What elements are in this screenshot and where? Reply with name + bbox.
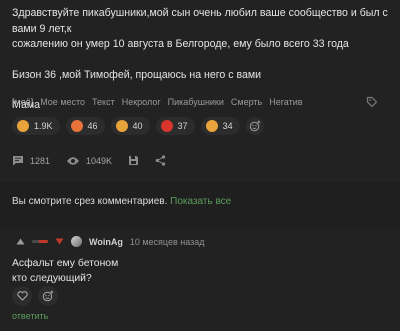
show-all-link[interactable]: Показать все [170, 196, 231, 207]
reaction-angry[interactable]: 37 [155, 117, 195, 135]
tag-nekrolog[interactable]: Некролог [122, 97, 161, 107]
reaction-count: 1.9K [34, 121, 53, 131]
post-text-line: Здравствуйте пикабушники,мой сын очень л… [12, 7, 388, 35]
heart-icon [16, 291, 28, 301]
angry-face-icon [160, 120, 173, 132]
comments-slice-notice: Вы смотрите срез комментариев. Показать … [12, 196, 231, 207]
comments-count-label: 1281 [30, 155, 51, 166]
views-count: 1049K [66, 156, 112, 166]
post-tags: [моё] Мое место Текст Некролог Пикабушни… [12, 97, 303, 107]
add-emoji-icon [42, 290, 54, 302]
comment-text: Асфальт ему бетоном кто следующий? [12, 256, 118, 286]
reaction-count: 34 [222, 121, 233, 131]
reaction-sad[interactable]: 46 [65, 117, 105, 135]
post-stats: 1281 1049K [12, 155, 182, 166]
tag-text[interactable]: Текст [92, 97, 115, 107]
save-button[interactable] [128, 155, 139, 166]
comment-icon [13, 156, 23, 166]
rating-bar [32, 240, 48, 243]
add-emoji-icon [249, 120, 260, 132]
reaction-hug[interactable]: 40 [110, 117, 150, 135]
share-button[interactable] [155, 155, 166, 166]
comment-card: WoinAg 10 месяцев назад Асфальт ему бето… [0, 228, 400, 331]
downvote-icon[interactable] [55, 238, 64, 245]
upvote-icon[interactable] [16, 238, 25, 245]
tag-moe[interactable]: [моё] [12, 97, 33, 107]
comment-time[interactable]: 10 месяцев назад [130, 237, 205, 247]
add-reaction-button[interactable] [38, 286, 58, 306]
reaction-count: 46 [87, 121, 98, 131]
tag-pikabushniki[interactable]: Пикабушники [168, 97, 224, 107]
comment-text-line: кто следующий? [12, 273, 92, 284]
avatar[interactable] [71, 236, 82, 247]
post-card: Здравствуйте пикабушники,мой сын очень л… [0, 0, 400, 182]
tag-moe-mesto[interactable]: Мое место [40, 97, 85, 107]
reaction-thinking[interactable]: 34 [200, 117, 240, 135]
views-count-label: 1049K [86, 155, 113, 166]
reaction-count: 40 [132, 121, 143, 131]
comment-text-line: Асфальт ему бетоном [12, 258, 119, 269]
share-icon [155, 155, 166, 166]
post-text-line: сожалению он умер 10 августа в Белгороде… [12, 38, 349, 50]
crying-face-icon [17, 120, 29, 132]
comments-count[interactable]: 1281 [12, 155, 50, 166]
post-text-line: Бизон 36 ,мой Тимофей, прощаюсь на него … [12, 68, 262, 81]
sad-face-icon [70, 120, 83, 132]
reply-link[interactable]: ответить [12, 311, 48, 321]
hug-face-icon [115, 120, 128, 132]
comment-actions [12, 286, 58, 306]
tag-negativ[interactable]: Негатив [269, 97, 302, 107]
tag-icon[interactable] [366, 96, 378, 108]
comment-author[interactable]: WoinAg [89, 237, 123, 247]
add-reaction-button[interactable] [245, 117, 264, 135]
tag-smert[interactable]: Смерть [231, 97, 262, 107]
comment-header: WoinAg 10 месяцев назад [16, 236, 205, 247]
save-icon [129, 156, 139, 165]
thinking-face-icon [205, 120, 218, 132]
rating-bar-negative [39, 240, 48, 243]
notice-text: Вы смотрите срез комментариев. [12, 196, 168, 207]
reaction-crying[interactable]: 1.9K [12, 117, 60, 135]
reaction-count: 37 [177, 121, 188, 131]
eye-icon [67, 156, 80, 165]
reactions-bar: 1.9K 46 40 37 34 [12, 117, 264, 135]
like-button[interactable] [12, 286, 32, 306]
